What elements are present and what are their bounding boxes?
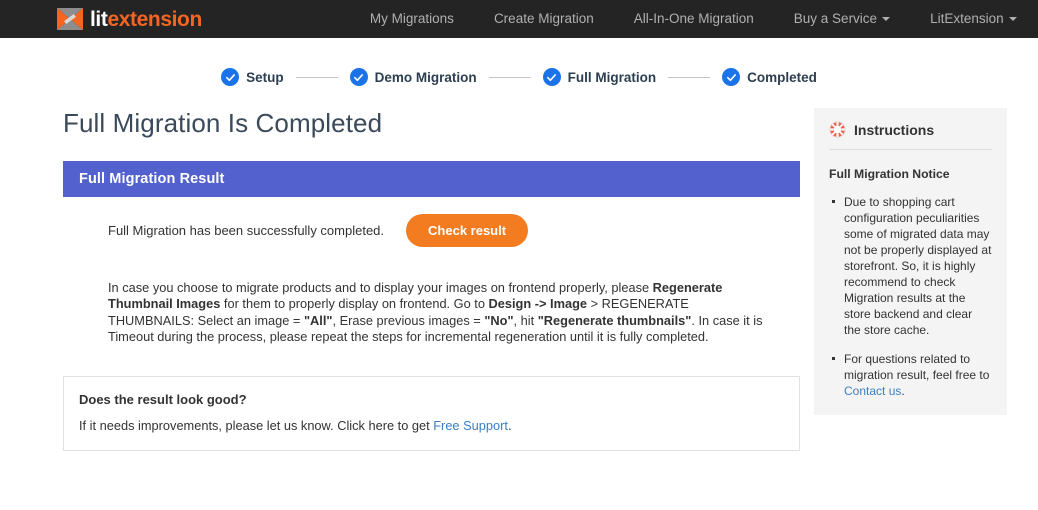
check-circle-icon [542,68,561,86]
instructions-title: Instructions [854,121,935,138]
check-result-button[interactable]: Check result [406,214,529,247]
step-completed[interactable]: Completed [722,68,817,86]
nav-item-buy-a-service[interactable]: Buy a Service [774,0,910,38]
feedback-title: Does the result look good? [79,392,247,408]
note-strong-all: "All" [303,312,333,328]
full-migration-result-panel: Full Migration Result Full Migration has… [63,161,800,345]
note-strong-regenerate-thumbnails: "Regenerate thumbnails" [537,312,692,328]
step-setup[interactable]: Setup [221,68,284,86]
note-part: for them to properly display on frontend… [220,296,489,312]
chevron-down-icon [882,17,891,22]
feedback-text: If it needs improvements, please let us … [79,418,784,433]
migration-step-indicator: Setup Demo Migration Full Migration Comp… [0,68,1038,86]
step-connector [488,76,531,78]
result-status-text: Full Migration has been successfully com… [108,223,385,238]
nav-label: Buy a Service [793,11,878,26]
nav-item-create-migration[interactable]: Create Migration [474,0,614,38]
instructions-panel: Instructions Full Migration Notice Due t… [814,108,1007,415]
chevron-down-icon [1008,17,1017,22]
content-wrapper: Full Migration Is Completed Full Migrati… [0,108,1038,452]
result-row: Full Migration has been successfully com… [63,214,800,247]
panel-body: Full Migration has been successfully com… [63,197,800,345]
panel-header: Full Migration Result [63,161,800,197]
list-item-text: Due to shopping cart configuration pecul… [844,195,992,337]
step-label: Demo Migration [374,69,477,85]
step-label: Completed [747,69,817,85]
step-connector [668,76,711,78]
instructions-list: Due to shopping cart configuration pecul… [829,194,992,399]
list-item-text: For questions related to migration resul… [844,352,990,382]
nav-label: All-In-One Migration [633,11,754,26]
page-title: Full Migration Is Completed [63,108,383,138]
feedback-text-after: . [507,418,512,434]
nav-label: LitExtension [930,11,1004,26]
regenerate-thumbnail-note: In case you choose to migrate products a… [63,260,800,346]
nav-item-my-migrations[interactable]: My Migrations [350,0,474,38]
list-item: Due to shopping cart configuration pecul… [832,194,992,338]
top-navigation-bar: litextension My Migrations Create Migrat… [0,0,1038,38]
note-strong-design-image: Design -> Image [488,296,588,312]
contact-us-link[interactable]: Contact us [844,384,901,398]
step-label: Full Migration [567,69,657,85]
main-column: Full Migration Is Completed Full Migrati… [63,108,800,452]
sidebar-column: Instructions Full Migration Notice Due t… [814,108,1007,451]
check-circle-icon [722,68,741,86]
lifebuoy-icon [829,121,846,138]
free-support-link[interactable]: Free Support [433,418,508,433]
nav-label: My Migrations [369,11,454,26]
site-logo[interactable]: litextension [57,8,202,30]
step-full-migration[interactable]: Full Migration [542,68,657,86]
note-part: , hit [513,312,538,328]
nav-label: Create Migration [493,11,594,26]
step-demo-migration[interactable]: Demo Migration [349,68,477,86]
note-part: , Erase previous images = [332,312,485,328]
nav-item-all-in-one-migration[interactable]: All-In-One Migration [614,0,774,38]
nav-item-litextension[interactable]: LitExtension [910,0,1037,38]
feedback-text-before: If it needs improvements, please let us … [79,418,434,434]
step-label: Setup [246,69,284,85]
logo-wordmark: litextension [90,9,202,30]
logo-text-lit: lit [90,7,108,31]
litextension-arrow-logo-icon [57,8,83,30]
logo-text-extension: extension [107,7,202,31]
step-connector [295,76,338,78]
check-circle-icon [221,68,240,86]
instructions-header: Instructions [829,121,992,150]
note-strong-no: "No" [484,312,514,328]
note-part: In case you choose to migrate products a… [108,279,653,295]
instructions-subtitle: Full Migration Notice [829,167,950,181]
check-circle-icon [349,68,368,86]
list-item-text-after: . [901,384,905,398]
main-nav: My Migrations Create Migration All-In-On… [350,0,1037,38]
list-item: For questions related to migration resul… [832,351,992,399]
feedback-box: Does the result look good? If it needs i… [63,376,800,452]
